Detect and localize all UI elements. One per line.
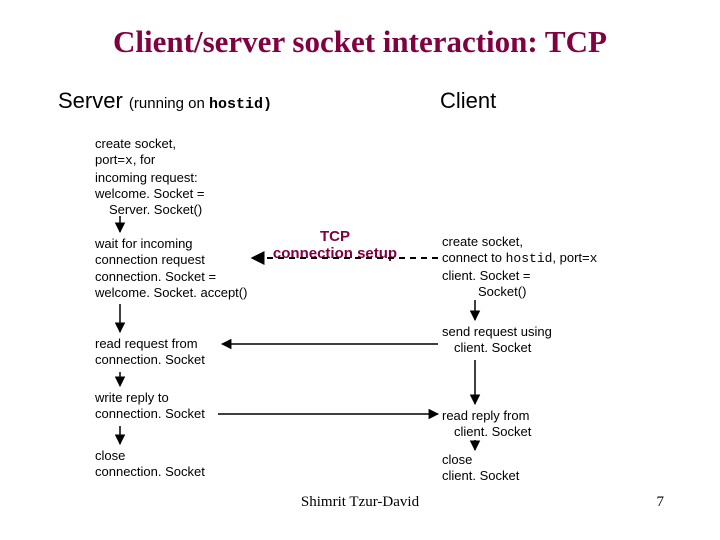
text-line: read reply from bbox=[442, 408, 531, 424]
tcp-setup-label: TCP connection setup bbox=[260, 229, 410, 262]
slide-title: Client/server socket interaction: TCP bbox=[0, 24, 720, 60]
footer-author: Shimrit Tzur-David bbox=[0, 494, 720, 511]
text-line: write reply to bbox=[95, 390, 205, 406]
text-line: connection request bbox=[95, 252, 247, 268]
client-create-socket: create socket, connect to hostid, port=x… bbox=[442, 234, 597, 300]
text-line: create socket, bbox=[95, 136, 204, 152]
text-line: client. Socket bbox=[442, 340, 552, 356]
text-line: close bbox=[442, 452, 519, 468]
text-line: send request using bbox=[442, 324, 552, 340]
client-heading: Client bbox=[440, 88, 496, 114]
text-line: connect to hostid, port=x bbox=[442, 250, 597, 267]
client-send-request: send request using client. Socket bbox=[442, 324, 552, 357]
text-line: create socket, bbox=[442, 234, 597, 250]
text-line: connection. Socket bbox=[95, 464, 205, 480]
server-close: close connection. Socket bbox=[95, 448, 205, 481]
server-running-prefix: (running on bbox=[129, 95, 209, 112]
text-line: welcome. Socket = bbox=[95, 186, 204, 202]
text-line: incoming request: bbox=[95, 170, 204, 186]
text-line: welcome. Socket. accept() bbox=[95, 285, 247, 301]
page-number: 7 bbox=[657, 494, 665, 511]
text-line: Socket() bbox=[442, 284, 597, 300]
text-line: client. Socket bbox=[442, 468, 519, 484]
text-line: connection. Socket bbox=[95, 352, 205, 368]
server-create-socket: create socket, port=x, for incoming requ… bbox=[95, 136, 204, 218]
text-line: connection. Socket bbox=[95, 406, 205, 422]
text-line: connection. Socket = bbox=[95, 269, 247, 285]
text-line: read request from bbox=[95, 336, 205, 352]
text-line: connection setup bbox=[260, 246, 410, 263]
text-line: Server. Socket() bbox=[95, 202, 204, 218]
server-heading: Server (running on hostid) bbox=[58, 88, 272, 114]
client-read-reply: read reply from client. Socket bbox=[442, 408, 531, 441]
server-read-request: read request from connection. Socket bbox=[95, 336, 205, 369]
server-heading-text: Server bbox=[58, 88, 123, 113]
text-line: close bbox=[95, 448, 205, 464]
text-line: wait for incoming bbox=[95, 236, 247, 252]
server-write-reply: write reply to connection. Socket bbox=[95, 390, 205, 423]
text-line: port=x, for bbox=[95, 152, 204, 169]
text-line: client. Socket bbox=[442, 424, 531, 440]
server-wait-accept: wait for incoming connection request con… bbox=[95, 236, 247, 301]
client-close: close client. Socket bbox=[442, 452, 519, 485]
slide: Client/server socket interaction: TCP Se… bbox=[0, 0, 720, 540]
text-line: client. Socket = bbox=[442, 268, 597, 284]
text-line: TCP bbox=[260, 229, 410, 246]
server-hostid: hostid) bbox=[209, 96, 272, 113]
